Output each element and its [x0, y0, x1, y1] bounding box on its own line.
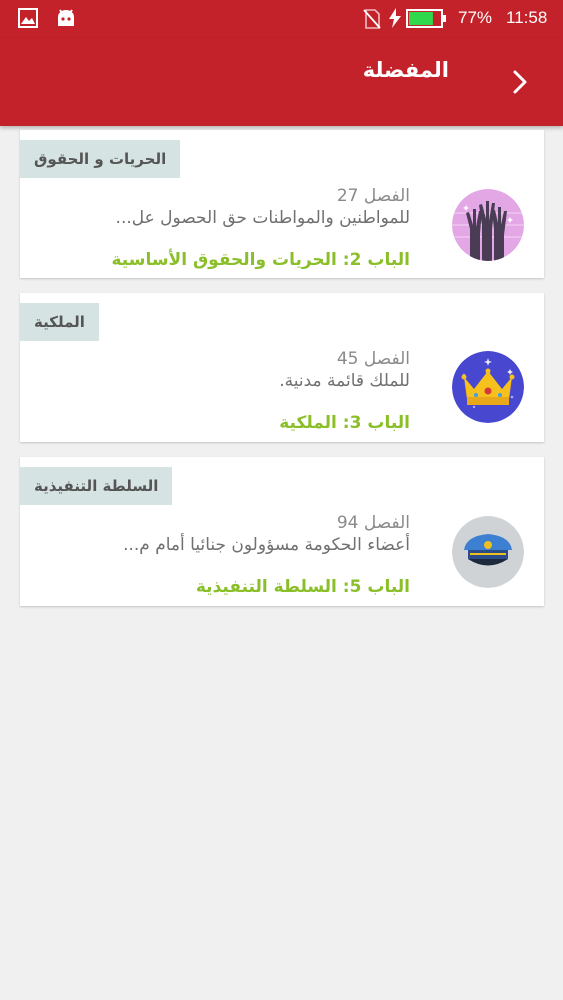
- section-title: الباب 2: الحريات والحقوق الأساسية: [111, 250, 410, 270]
- favorite-card[interactable]: السلطة التنفيذية الفصل 94 أعضاء الحكومة …: [20, 457, 544, 606]
- article-excerpt: للملك قائمة مدنية.: [279, 371, 410, 391]
- status-bar: 77% 11:58: [0, 0, 563, 38]
- clock: 11:58: [506, 8, 548, 27]
- no-sim-icon: [363, 9, 381, 29]
- battery-percent: 77%: [458, 8, 493, 27]
- chapter-number: الفصل 45: [336, 349, 410, 369]
- article-excerpt: للمواطنين والمواطنات حق الحصول عل...: [115, 208, 410, 228]
- chevron-icon[interactable]: [508, 68, 532, 96]
- category-tag[interactable]: الحريات و الحقوق: [20, 140, 181, 178]
- battery-icon: [406, 9, 446, 28]
- crown-icon: [452, 351, 524, 423]
- section-title: الباب 5: السلطة التنفيذية: [195, 577, 410, 597]
- police-cap-icon: [452, 516, 524, 588]
- category-tag[interactable]: الملكية: [20, 303, 99, 341]
- favorite-card[interactable]: الملكية الفصل 45 للملك قائمة مدنية. البا…: [20, 293, 544, 442]
- gallery-notification-icon: [18, 8, 38, 28]
- article-excerpt: أعضاء الحكومة مسؤولون جنائيا أمام م...: [123, 535, 410, 555]
- section-title: الباب 3: الملكية: [279, 413, 410, 433]
- raised-hands-icon: [452, 189, 524, 261]
- favorite-card[interactable]: الحريات و الحقوق الفصل 27 للمواطنين والم…: [20, 130, 544, 278]
- category-tag[interactable]: السلطة التنفيذية: [20, 467, 173, 505]
- app-bar: المفضلة: [0, 38, 563, 126]
- android-notification-icon: [58, 9, 74, 26]
- chapter-number: الفصل 27: [336, 186, 410, 206]
- charging-icon: [389, 8, 401, 28]
- chapter-number: الفصل 94: [336, 513, 410, 533]
- page-title: المفضلة: [362, 58, 449, 82]
